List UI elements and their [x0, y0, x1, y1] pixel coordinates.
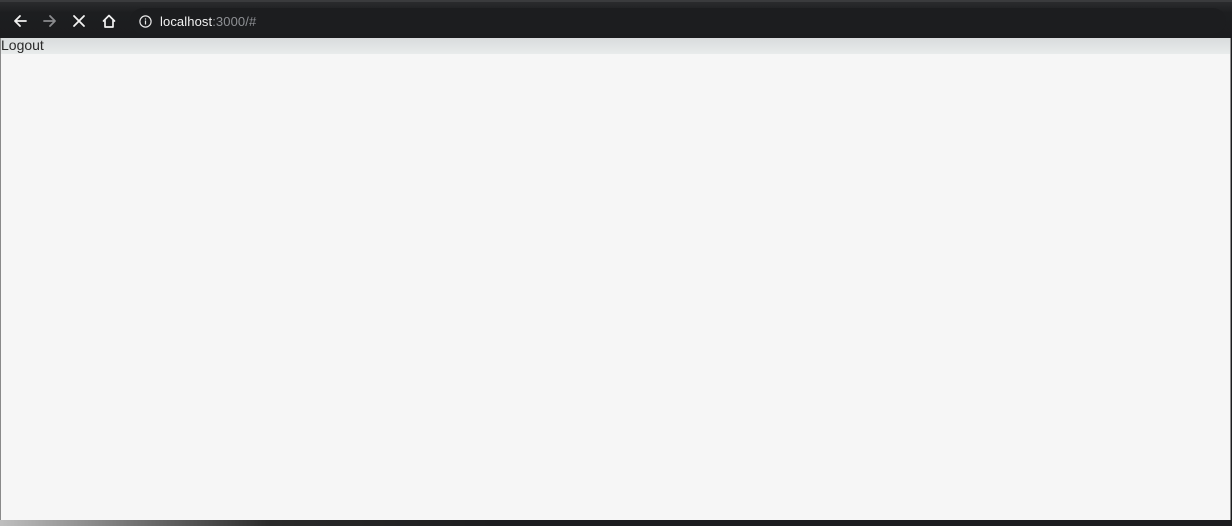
url-host: localhost: [160, 13, 213, 29]
stop-button[interactable]: [68, 10, 90, 32]
close-icon: [73, 15, 85, 27]
url-text: localhost:3000/#: [160, 14, 256, 29]
browser-window: localhost:3000/# Logout: [0, 0, 1232, 526]
home-icon: [102, 14, 116, 28]
home-button[interactable]: [98, 10, 120, 32]
logout-link[interactable]: Logout: [1, 37, 44, 53]
forward-button[interactable]: [39, 10, 61, 32]
arrow-right-icon: [43, 15, 56, 27]
page-viewport: Logout: [0, 37, 1231, 520]
back-button[interactable]: [9, 10, 31, 32]
address-bar[interactable]: localhost:3000/#: [130, 8, 1226, 34]
browser-toolbar: localhost:3000/#: [0, 0, 1232, 38]
app-header-bar: Logout: [1, 37, 1230, 54]
window-bottom-edge: [0, 520, 1232, 526]
arrow-left-icon: [14, 15, 27, 27]
url-path: :3000/#: [212, 13, 257, 29]
info-icon[interactable]: [139, 14, 152, 28]
